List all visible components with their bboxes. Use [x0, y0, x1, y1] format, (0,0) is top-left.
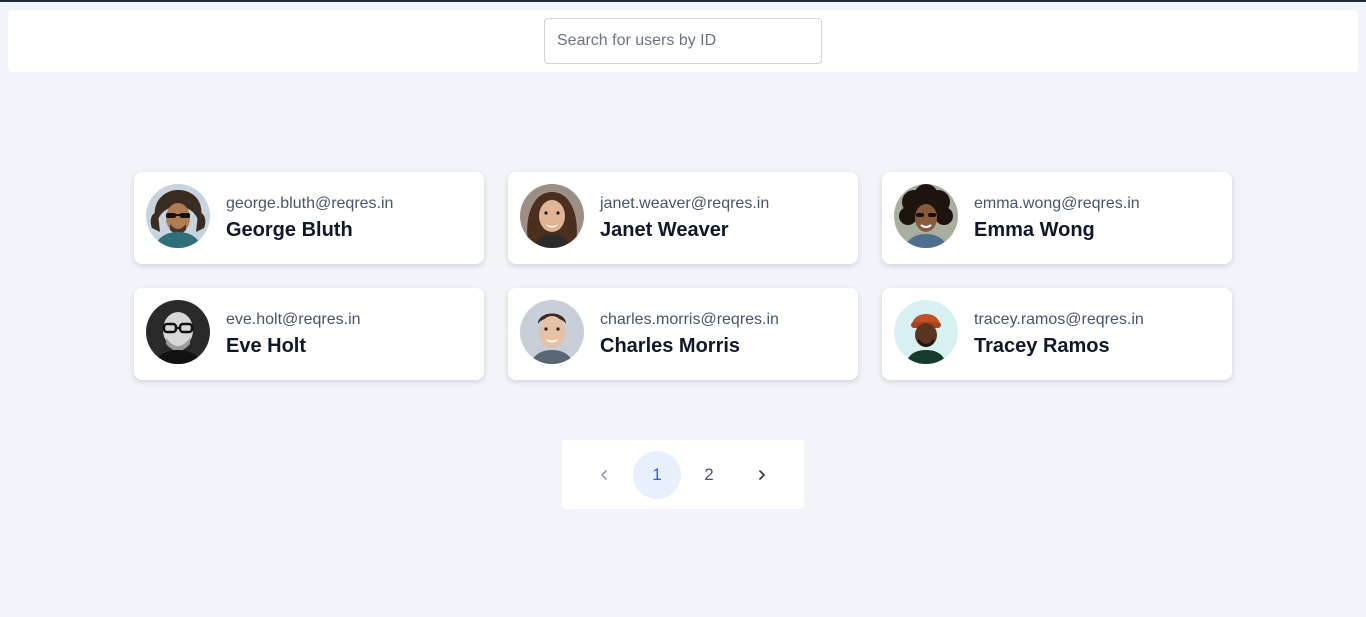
user-avatar [894, 300, 958, 364]
user-email: charles.morris@reqres.in [600, 311, 779, 328]
search-input[interactable] [544, 18, 822, 64]
user-email: emma.wong@reqres.in [974, 195, 1140, 212]
chevron-right-icon [759, 470, 765, 480]
user-card-janet-weaver[interactable]: janet.weaver@reqres.in Janet Weaver [508, 172, 858, 264]
previous-page-button[interactable] [580, 451, 628, 499]
user-name: Tracey Ramos [974, 335, 1110, 357]
user-avatar [520, 300, 584, 364]
user-email: janet.weaver@reqres.in [600, 195, 770, 212]
chevron-left-icon [601, 470, 607, 480]
user-name: Emma Wong [974, 219, 1095, 241]
user-name: Charles Morris [600, 335, 741, 357]
user-name: Janet Weaver [600, 219, 729, 241]
user-email: tracey.ramos@reqres.in [974, 311, 1144, 328]
header-bar [8, 10, 1358, 72]
user-card-tracey-ramos[interactable]: tracey.ramos@reqres.in Tracey Ramos [882, 288, 1232, 380]
user-email: eve.holt@reqres.in [226, 311, 361, 328]
user-name: George Bluth [226, 219, 353, 241]
user-card-emma-wong[interactable]: emma.wong@reqres.in Emma Wong [882, 172, 1232, 264]
user-name: Eve Holt [226, 335, 307, 357]
top-border [0, 0, 1366, 2]
user-email: george.bluth@reqres.in [226, 195, 394, 212]
user-card-charles-morris[interactable]: charles.morris@reqres.in Charles Morris [508, 288, 858, 380]
user-avatar [894, 184, 958, 248]
user-avatar [520, 184, 584, 248]
page-button-2[interactable]: 2 [685, 451, 733, 499]
next-page-button[interactable] [738, 451, 786, 499]
page-button-1[interactable]: 1 [633, 451, 681, 499]
user-card-george-bluth[interactable]: george.bluth@reqres.in George Bluth [134, 172, 484, 264]
user-avatar [146, 300, 210, 364]
user-card-eve-holt[interactable]: eve.holt@reqres.in Eve Holt [134, 288, 484, 380]
user-avatar [146, 184, 210, 248]
pagination: 1 2 [562, 440, 804, 509]
